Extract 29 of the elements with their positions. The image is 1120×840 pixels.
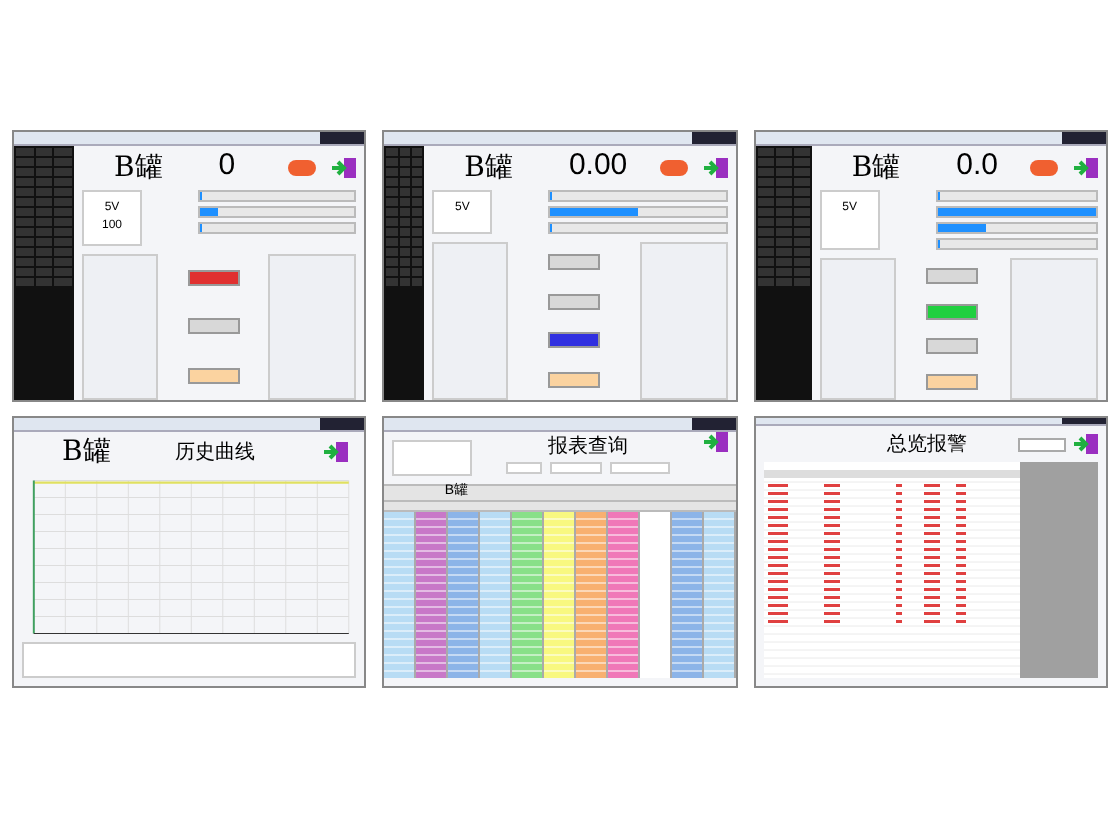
exit-icon[interactable] (332, 158, 357, 178)
export-button[interactable] (609, 462, 670, 474)
tank-title: B罐 (62, 433, 111, 471)
status-indicator (288, 160, 317, 176)
tank-title: B罐 (464, 149, 513, 187)
page-heading: 报表查询 (547, 433, 628, 462)
clock-display (320, 418, 365, 430)
clock-display (1061, 418, 1106, 424)
clock-display (320, 132, 365, 144)
page-heading: 历史曲线 (174, 439, 255, 467)
tank-title: B罐 (851, 149, 901, 187)
tank-title: B罐 (114, 149, 163, 187)
exit-icon[interactable] (1073, 434, 1098, 454)
clock-display (691, 132, 736, 144)
exit-icon[interactable] (324, 442, 349, 462)
exit-icon[interactable] (1073, 158, 1098, 178)
exit-icon[interactable] (703, 432, 728, 452)
control-button[interactable] (187, 270, 240, 287)
clock-display (691, 418, 736, 430)
query-button[interactable] (549, 462, 602, 474)
page-heading: 总览报警 (887, 431, 968, 459)
date-field[interactable] (392, 440, 473, 476)
clock-display (1061, 132, 1106, 144)
control-button[interactable] (547, 332, 600, 349)
query-button[interactable] (505, 462, 542, 474)
status-indicator (1029, 160, 1058, 176)
status-indicator (659, 160, 688, 176)
confirm-button[interactable] (1017, 437, 1066, 451)
exit-icon[interactable] (703, 158, 728, 178)
